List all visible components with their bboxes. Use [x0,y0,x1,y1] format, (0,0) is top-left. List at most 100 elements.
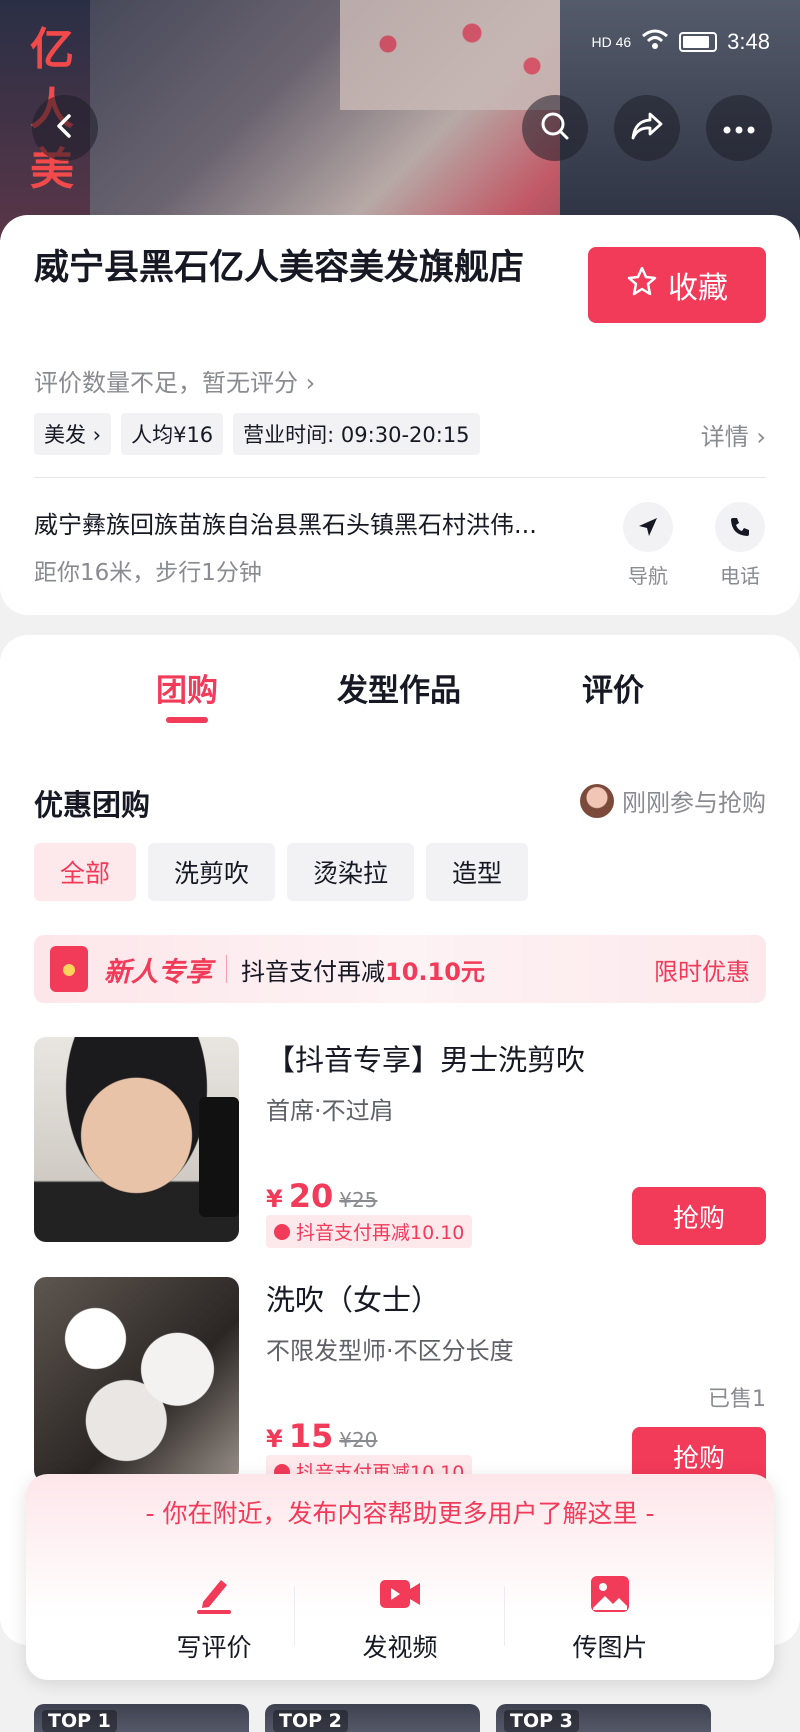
post-video-label: 发视频 [362,1633,438,1662]
back-button[interactable] [32,95,98,161]
promo-text: 抖音支付再减 [241,957,385,986]
deal-thumbnail [34,1277,239,1482]
top-rank-label: TOP 1 [42,1710,117,1732]
buy-button[interactable]: 抢购 [632,1187,766,1245]
douyin-icon [274,1223,290,1240]
promo-amount: 10.10元 [385,957,485,986]
category-tag-label: 美发 [44,423,86,447]
filter-perm-dye[interactable]: 烫染拉 [287,843,415,901]
shop-address[interactable]: 威宁彝族回族苗族自治县黑石头镇黑石村洪伟... [34,505,574,540]
hours-tag: 营业时间: 09:30-20:15 [233,413,480,455]
top-hairstyle-card[interactable]: TOP 3 [496,1704,711,1732]
share-icon [630,111,664,145]
deal-item[interactable]: 洗吹（女士） 不限发型师·不区分长度 已售1 ¥ 15 ¥20 抖音支付再减10… [34,1277,766,1488]
cover-decoration [340,0,580,110]
promo-limited-label: 限时优惠 [654,957,750,986]
deal-price: ¥ 20 ¥25 [266,1177,377,1215]
shop-distance: 距你16米，步行1分钟 [34,560,262,586]
filter-chips: 全部 洗剪吹 烫染拉 造型 [34,843,529,901]
divider [34,477,766,478]
deal-thumbnail [34,1037,239,1242]
deal-title: 【抖音专享】男士洗剪吹 [266,1043,586,1077]
divider [294,1586,295,1646]
upload-photo-label: 传图片 [572,1633,648,1662]
divider [504,1586,505,1646]
navigation-arrow-icon [623,502,673,552]
more-button[interactable] [706,95,772,161]
network-indicator: HD 46 [591,34,632,50]
image-icon [589,1574,631,1614]
more-dots-icon [723,119,755,138]
search-icon [539,110,571,146]
back-arrow-icon [50,111,80,145]
red-packet-icon [50,946,88,992]
payment-discount-badge: 抖音支付再减10.10 [266,1215,473,1248]
post-content-panel: - 你在附近，发布内容帮助更多用户了解这里 - 写评价 发视频 传图片 [26,1474,774,1680]
wifi-icon [641,28,669,56]
new-user-promo-banner[interactable]: 新人专享 抖音支付再减 10.10元 限时优惠 [34,935,766,1003]
shop-name: 威宁县黑石亿人美容美发旗舰店 [34,248,525,288]
post-video-button[interactable]: 发视频 [320,1574,480,1664]
favorite-button[interactable]: 收藏 [588,247,766,323]
filter-styling[interactable]: 造型 [426,843,529,901]
tab-hairstyle-works[interactable]: 发型作品 [337,665,461,710]
chevron-right-icon: › [756,423,766,451]
nearby-hint: - 你在附近，发布内容帮助更多用户了解这里 - [145,1499,655,1528]
star-icon [626,265,658,305]
call-button[interactable]: 电话 [710,502,770,589]
deal-price: ¥ 15 ¥20 [266,1417,377,1455]
deal-subtitle: 首席·不过肩 [266,1097,394,1125]
price-currency: ¥ [266,1425,283,1453]
pencil-icon [193,1574,235,1614]
recent-purchase-text: 刚刚参与抢购 [622,789,766,817]
top-hairstyle-card[interactable]: TOP 1 [34,1704,249,1732]
write-review-button[interactable]: 写评价 [134,1574,294,1664]
avatar [580,783,614,818]
section-title: 优惠团购 [34,788,151,822]
rating-link[interactable]: 评价数量不足，暂无评分 › [34,363,315,398]
phone-icon [715,502,765,552]
price-current: 20 [288,1177,334,1215]
video-camera-icon [379,1574,421,1614]
upload-photo-button[interactable]: 传图片 [530,1574,690,1664]
call-label: 电话 [720,564,760,588]
search-button[interactable] [522,95,588,161]
clock: 3:48 [727,29,770,54]
shop-tags: 美发 › 人均¥16 营业时间: 09:30-20:15 [34,413,480,455]
write-review-label: 写评价 [176,1633,252,1662]
tab-reviews[interactable]: 评价 [582,665,644,710]
avg-price-tag: 人均¥16 [121,413,224,455]
price-original: ¥25 [339,1188,378,1212]
details-link[interactable]: 详情 › [701,417,766,452]
navigate-button[interactable]: 导航 [618,502,678,589]
content-tabs: 团购 发型作品 评价 [0,665,800,745]
tab-group-buy[interactable]: 团购 [156,665,218,710]
navigate-label: 导航 [628,564,668,588]
price-currency: ¥ [266,1185,283,1213]
top-rank-label: TOP 3 [504,1710,579,1732]
details-label: 详情 [700,423,749,451]
filter-all[interactable]: 全部 [34,843,137,901]
top-rank-label: TOP 2 [273,1710,348,1732]
price-current: 15 [288,1417,334,1455]
favorite-label: 收藏 [668,271,728,306]
battery-icon [679,32,718,52]
price-original: ¥20 [339,1428,378,1452]
filter-wash-cut-blow[interactable]: 洗剪吹 [148,843,276,901]
shop-info-card: 威宁县黑石亿人美容美发旗舰店 收藏 评价数量不足，暂无评分 › 美发 › 人均¥… [0,215,800,615]
deal-item[interactable]: 【抖音专享】男士洗剪吹 首席·不过肩 ¥ 20 ¥25 抖音支付再减10.10 … [34,1037,766,1248]
active-tab-indicator [166,717,208,723]
deal-title: 洗吹（女士） [266,1283,441,1317]
deal-subtitle: 不限发型师·不区分长度 [266,1337,514,1365]
recent-purchase-notice: 刚刚参与抢购 [580,783,766,818]
sold-count: 已售1 [708,1387,766,1412]
promo-badge: 新人专享 [104,956,212,988]
category-tag[interactable]: 美发 › [34,413,112,455]
top-hairstyle-card[interactable]: TOP 2 [265,1704,480,1732]
status-bar: HD 46 3:48 [591,28,770,56]
chevron-right-icon: › [305,369,316,397]
rating-text: 评价数量不足，暂无评分 [34,369,298,397]
discount-text: 抖音支付再减10.10 [296,1222,465,1244]
divider [226,955,227,983]
share-button[interactable] [614,95,680,161]
